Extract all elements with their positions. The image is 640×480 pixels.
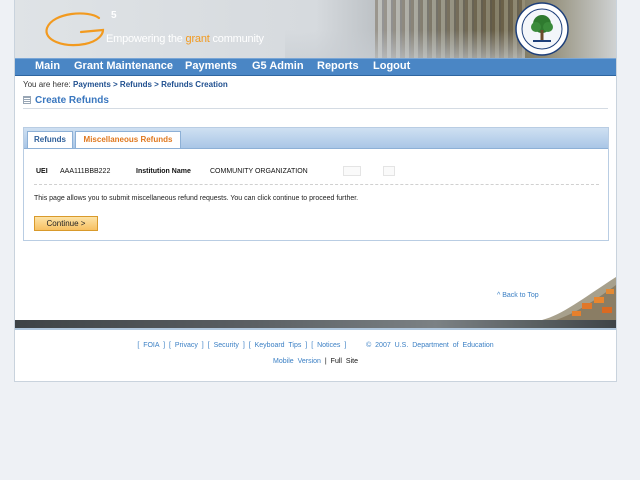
breadcrumb-prefix: You are here:	[23, 80, 71, 89]
site-header: 5 Empowering the grant community	[15, 0, 616, 58]
footer-version-links: Mobile Version | Full Site	[273, 358, 358, 365]
title-divider	[23, 108, 608, 109]
back-to-top-link[interactable]: ^ Back to Top	[497, 292, 539, 299]
nav-logout[interactable]: Logout	[373, 60, 410, 72]
mobile-version-link[interactable]: Mobile Version	[273, 358, 321, 365]
tab-refunds[interactable]: Refunds	[27, 131, 73, 148]
footer-link-keyboard-tips[interactable]: Keyboard Tips	[255, 342, 302, 349]
nav-grant-maintenance[interactable]: Grant Maintenance	[74, 60, 173, 72]
nav-g5-admin[interactable]: G5 Admin	[252, 60, 304, 72]
page-description: This page allows you to submit miscellan…	[34, 195, 359, 202]
footer-link-foia[interactable]: FOIA	[143, 342, 159, 349]
uei-label: UEI	[36, 168, 48, 175]
department-seal-icon	[515, 2, 569, 56]
logo-superscript: 5	[111, 10, 117, 21]
page-title: Create Refunds	[23, 95, 109, 106]
footer-link-notices[interactable]: Notices	[317, 342, 340, 349]
nav-payments[interactable]: Payments	[185, 60, 237, 72]
header-texture-fade	[285, 30, 525, 58]
breadcrumb-payments[interactable]: Payments	[73, 80, 111, 89]
institution-info: UEI AAA111BBB222 Institution Name COMMUN…	[34, 167, 599, 185]
site-tagline: Empowering the grant community	[106, 33, 264, 45]
breadcrumb: You are here: Payments > Refunds > Refun…	[23, 80, 228, 89]
tab-strip: Refunds Miscellaneous Refunds	[24, 128, 608, 149]
footer-link-security[interactable]: Security	[214, 342, 239, 349]
uei-value: AAA111BBB222	[60, 168, 111, 175]
refunds-panel: Refunds Miscellaneous Refunds UEI AAA111…	[23, 127, 609, 241]
nav-reports[interactable]: Reports	[317, 60, 359, 72]
full-site-label: Full Site	[330, 358, 358, 365]
institution-label: Institution Name	[136, 168, 191, 175]
main-nav: Main Grant Maintenance Payments G5 Admin…	[15, 58, 616, 76]
breadcrumb-refunds-creation: Refunds Creation	[161, 80, 228, 89]
page-frame: 5 Empowering the grant community Main Gr…	[14, 0, 617, 382]
blank-field	[343, 166, 361, 176]
classroom-corner-image	[542, 277, 616, 320]
tab-miscellaneous-refunds[interactable]: Miscellaneous Refunds	[75, 131, 181, 148]
nav-main[interactable]: Main	[35, 60, 60, 72]
list-icon	[23, 96, 31, 105]
breadcrumb-refunds[interactable]: Refunds	[120, 80, 152, 89]
footer-link-privacy[interactable]: Privacy	[175, 342, 198, 349]
continue-button[interactable]: Continue >	[34, 216, 98, 231]
footer-copyright: © 2007 U.S. Department of Education	[366, 342, 494, 349]
footer-bar-accent	[15, 328, 616, 330]
blank-field	[383, 166, 395, 176]
institution-value: COMMUNITY ORGANIZATION	[210, 168, 308, 175]
footer-bar	[15, 320, 616, 328]
footer-links: [ FOIA ] [ Privacy ] [ Security ] [ Keyb…	[137, 342, 494, 349]
